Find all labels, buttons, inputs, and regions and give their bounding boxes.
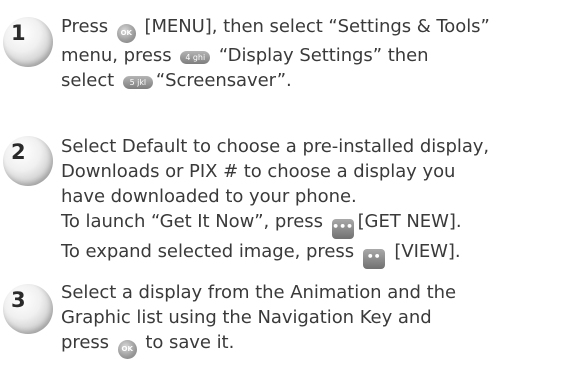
text-line: have downloaded to your phone. [61,186,357,207]
left-softkey-icon: ••• [331,219,354,239]
step-text: Select a display from the Animation and … [61,280,581,359]
step-number-badge: 1 [3,17,53,67]
step-number-badge: 2 [3,136,53,186]
text-line: Graphic list using the Navigation Key an… [61,307,432,328]
step-text: Select Default to choose a pre-installed… [61,134,581,269]
step-text: Press OK [MENU], then select “Settings &… [61,14,581,93]
step-number-badge: 3 [3,284,53,334]
text-line: To expand selected image, press •• [VIEW… [61,239,581,269]
text-line: menu, press 4 ghi “Display Settings” the… [61,45,429,66]
text-line: press OK to save it. [61,330,581,359]
ok-key-icon: OK [117,340,137,359]
text-line: Select a display from the Animation and … [61,282,456,303]
step-number: 1 [11,21,26,45]
text-line: Press OK [MENU], then select “Settings &… [61,14,581,43]
text-line: select 5 jkl “Screensaver”. [61,70,292,91]
key-4-icon: 4 ghi [180,51,211,64]
key-5-icon: 5 jkl [122,76,153,89]
right-softkey-icon: •• [362,249,385,269]
text-line: Select Default to choose a pre-installed… [61,136,490,157]
step-number: 2 [11,140,26,164]
text-line: Downloads or PIX # to choose a display y… [61,161,456,182]
step-number: 3 [11,288,26,312]
ok-key-icon: OK [116,24,136,43]
text-line: To launch “Get It Now”, press ••• [GET NE… [61,209,581,239]
